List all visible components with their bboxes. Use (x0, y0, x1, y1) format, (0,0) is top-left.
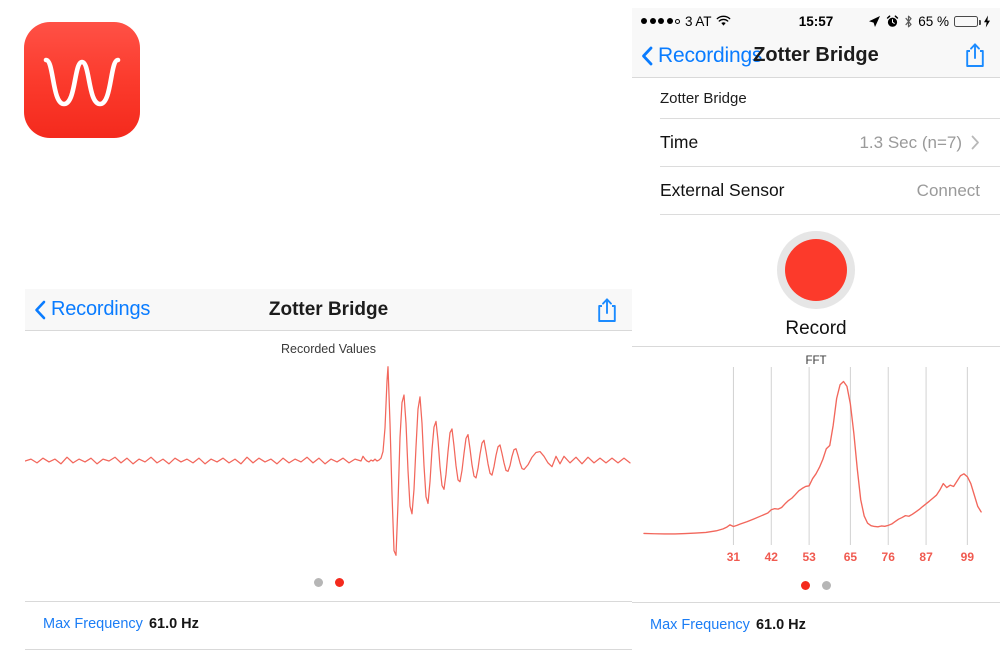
right-navigation-bar: Recordings Zotter Bridge (632, 34, 1000, 78)
record-button-label: Record (785, 318, 847, 339)
max-frequency-value: 61.0 Hz (148, 616, 199, 632)
x-tick-label-76: 76 (882, 550, 896, 564)
row-label: External Sensor (660, 180, 785, 200)
status-bar-right: 65 % (868, 14, 991, 29)
waveform-app-icon (24, 22, 140, 138)
back-button-recordings[interactable]: Recordings (34, 298, 150, 321)
page-dot-2[interactable] (822, 581, 831, 590)
settings-list: Zotter Bridge Time 1.3 Sec (n=7) Externa… (632, 78, 1000, 215)
share-icon[interactable] (596, 297, 618, 323)
signal-dot-2 (649, 18, 656, 24)
row-label: Zotter Bridge (660, 89, 747, 107)
left-footer-separator-2 (25, 649, 632, 650)
signal-dot-3 (658, 18, 664, 24)
signal-dot-4 (666, 18, 673, 24)
fft-gridlines (732, 367, 968, 545)
max-frequency-value: 61.0 Hz (755, 617, 806, 633)
page-dot-1[interactable] (801, 581, 810, 590)
chevron-left-icon (642, 46, 653, 65)
fft-chart-title: FFT (805, 355, 827, 367)
left-panel: Recordings Zotter Bridge Recorded Values (0, 0, 632, 659)
x-tick-label-42: 42 (765, 550, 779, 564)
x-tick-label-99: 99 (961, 550, 975, 564)
bluetooth-icon (905, 15, 912, 27)
max-frequency-label: Max Frequency (43, 616, 143, 632)
status-bar-left: 3 AT (641, 14, 731, 29)
back-button-label: Recordings (51, 298, 151, 320)
alarm-clock-icon (887, 14, 899, 27)
list-row-recording-name: Zotter Bridge (632, 78, 1000, 118)
row-value: Connect (916, 180, 980, 200)
x-tick-label-65: 65 (844, 550, 858, 564)
location-arrow-icon (869, 15, 881, 27)
chevron-left-icon (35, 300, 46, 319)
chevron-right-icon (971, 135, 979, 150)
right-panel: 3 AT 15:57 65 % Recordings Zotter Bridge… (632, 8, 1000, 651)
x-tick-label-31: 31 (727, 550, 741, 564)
record-button-inner (785, 239, 847, 301)
wifi-icon (716, 15, 731, 26)
left-max-frequency-row: Max Frequency 61.0 Hz (25, 602, 632, 632)
row-label: Time (660, 132, 699, 152)
left-page-dots[interactable] (25, 578, 632, 587)
status-bar: 3 AT 15:57 65 % (632, 8, 1000, 34)
list-row-time[interactable]: Time 1.3 Sec (n=7) (632, 119, 1000, 166)
back-button-recordings[interactable]: Recordings (641, 44, 762, 68)
recorded-values-chart[interactable] (25, 356, 632, 566)
right-max-frequency-row: Max Frequency 61.0 Hz (632, 603, 1000, 633)
x-tick-label-53: 53 (802, 550, 816, 564)
page-dot-1[interactable] (313, 578, 323, 587)
record-button[interactable] (777, 231, 855, 309)
right-page-dots[interactable] (632, 581, 1000, 590)
left-device-screen: Recordings Zotter Bridge Recorded Values (25, 289, 632, 650)
record-section: Record (632, 215, 1000, 346)
max-frequency-label: Max Frequency (650, 617, 750, 633)
carrier-label: 3 AT (685, 13, 712, 29)
lightning-bolt-icon (984, 15, 990, 27)
screenshot-root: Recordings Zotter Bridge Recorded Values (0, 0, 1000, 659)
signal-strength-dots (641, 18, 680, 24)
row-value: 1.3 Sec (n=7) (859, 132, 962, 152)
share-icon[interactable] (964, 42, 986, 68)
page-dot-2[interactable] (334, 578, 344, 587)
signal-dot-5 (675, 18, 680, 24)
back-button-label: Recordings (658, 43, 763, 67)
signal-dot-1 (641, 18, 647, 24)
x-tick-label-87: 87 (919, 550, 933, 564)
fft-axis-tick-labels: 31 42 53 65 76 87 99 (727, 550, 975, 564)
list-row-external-sensor[interactable]: External Sensor Connect (632, 167, 1000, 214)
battery-percent-label: 65 % (918, 13, 949, 29)
battery-icon (954, 15, 981, 27)
recorded-values-chart-title: Recorded Values (281, 342, 376, 356)
fft-chart[interactable]: 31 42 53 65 76 87 99 (632, 367, 1000, 577)
left-navigation-bar: Recordings Zotter Bridge (25, 289, 632, 331)
